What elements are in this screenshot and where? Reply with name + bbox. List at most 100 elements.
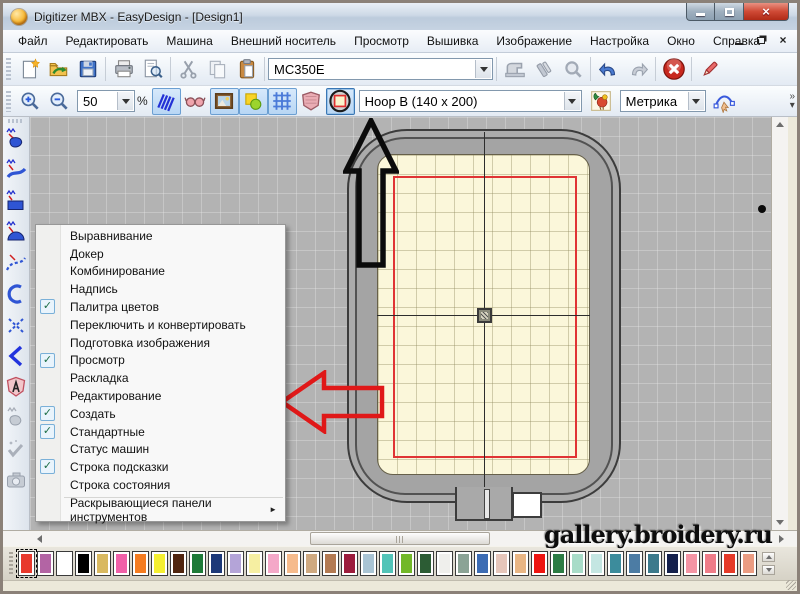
units-combo[interactable]: Метрика [620, 90, 706, 112]
cut-button[interactable] [174, 56, 203, 83]
palette-swatch[interactable] [436, 551, 453, 576]
show-grid-toggle[interactable] [268, 88, 297, 115]
cross-curve-tool[interactable] [4, 312, 29, 338]
palette-swatch[interactable] [417, 551, 434, 576]
palette-swatch[interactable] [189, 551, 206, 576]
context-menu-item[interactable]: ✓ Подготовка изображения [36, 334, 285, 352]
palette-swatch[interactable] [683, 551, 700, 576]
horizontal-scroll-thumb[interactable] [310, 532, 490, 545]
palette-swatch[interactable] [37, 551, 54, 576]
machine-search-button[interactable] [558, 56, 587, 83]
circle-tool[interactable] [4, 281, 29, 307]
show-stitches-toggle[interactable] [152, 88, 181, 115]
show-objects-toggle[interactable] [239, 88, 268, 115]
menu-item[interactable]: Файл [9, 31, 57, 51]
toolbar-grip[interactable] [8, 119, 24, 123]
palette-swatch[interactable] [569, 551, 586, 576]
design-pen-button[interactable] [695, 56, 724, 83]
palette-swatch[interactable] [113, 551, 130, 576]
digitize-area-tool[interactable] [4, 219, 29, 245]
palette-swatch[interactable] [360, 551, 377, 576]
toolbar-overflow-button[interactable]: » ▾ [789, 92, 795, 110]
scroll-up-button[interactable] [773, 117, 788, 132]
open-design-button[interactable] [44, 56, 73, 83]
context-menu-item[interactable]: ✓ Переключить и конвертировать [36, 316, 285, 334]
camera-tool-disabled[interactable] [4, 467, 29, 493]
verify-tool-disabled[interactable] [4, 436, 29, 462]
palette-swatch[interactable] [75, 551, 92, 576]
palette-swatch[interactable] [18, 551, 35, 576]
minimize-button[interactable] [686, 3, 715, 21]
save-design-button[interactable] [73, 56, 102, 83]
context-menu-item[interactable]: ✓ Просмотр [36, 352, 285, 370]
close-button[interactable]: × [743, 3, 789, 21]
palette-swatch[interactable] [740, 551, 757, 576]
palette-swatch[interactable] [56, 551, 73, 576]
write-to-machine-button[interactable] [529, 56, 558, 83]
context-menu-item[interactable]: ✓ Палитра цветов [36, 298, 285, 316]
menu-item[interactable]: Редактировать [57, 31, 158, 51]
palette-swatch[interactable] [588, 551, 605, 576]
digitize-open-shape-tool[interactable] [4, 157, 29, 183]
palette-swatch[interactable] [512, 551, 529, 576]
zoom-in-button[interactable] [15, 88, 44, 115]
zoom-combo-dropdown[interactable] [117, 92, 133, 110]
vertical-scrollbar[interactable] [771, 117, 788, 530]
palette-swatch[interactable] [455, 551, 472, 576]
stitch-edit-tool-disabled[interactable] [4, 405, 29, 431]
mdi-minimize-button[interactable] [731, 33, 747, 47]
machine-combo-dropdown[interactable] [475, 60, 491, 78]
mdi-close-button[interactable]: × [775, 33, 791, 47]
print-button[interactable] [109, 56, 138, 83]
menu-item[interactable]: Внешний носитель [222, 31, 345, 51]
scroll-right-button[interactable] [773, 532, 789, 546]
context-menu-item[interactable]: ✓ Выравнивание [36, 227, 285, 245]
palette-swatch[interactable] [398, 551, 415, 576]
palette-swatch[interactable] [664, 551, 681, 576]
show-hoop-toggle[interactable] [326, 88, 355, 115]
new-design-button[interactable] [15, 56, 44, 83]
menu-item[interactable]: Настройка [581, 31, 658, 51]
resize-grip[interactable] [786, 580, 796, 590]
palette-swatch[interactable] [550, 551, 567, 576]
palette-swatch[interactable] [645, 551, 662, 576]
machine-model-combo[interactable]: MC350E [268, 58, 493, 80]
palette-swatch[interactable] [379, 551, 396, 576]
reshape-button[interactable] [710, 88, 739, 115]
context-menu-item[interactable]: ✓ Редактирование [36, 387, 285, 405]
palette-swatch[interactable] [151, 551, 168, 576]
context-menu-item-flyouts[interactable]: Раскрывающиеся панели инструментов ► [36, 501, 285, 519]
redo-button[interactable] [623, 56, 652, 83]
palette-swatch[interactable] [702, 551, 719, 576]
context-menu-item[interactable]: ✓ Строка подсказки [36, 458, 285, 476]
menu-item[interactable]: Машина [157, 31, 221, 51]
palette-swatch[interactable] [474, 551, 491, 576]
digitize-closed-shape-tool[interactable] [4, 126, 29, 152]
copy-button[interactable] [203, 56, 232, 83]
context-menu-item[interactable]: ✓ Создать [36, 405, 285, 423]
palette-swatch[interactable] [265, 551, 282, 576]
maximize-button[interactable] [715, 3, 743, 21]
print-preview-button[interactable] [138, 56, 167, 83]
palette-swatch[interactable] [607, 551, 624, 576]
change-hoop-button[interactable] [587, 88, 616, 115]
palette-swatch[interactable] [303, 551, 320, 576]
hoop-combo[interactable]: Hoop B (140 x 200) [359, 90, 582, 112]
palette-swatch[interactable] [94, 551, 111, 576]
palette-swatch[interactable] [132, 551, 149, 576]
palette-swatch[interactable] [341, 551, 358, 576]
angle-tool[interactable] [4, 343, 29, 369]
hoop-combo-dropdown[interactable] [564, 92, 580, 110]
scroll-down-button[interactable] [773, 515, 788, 530]
context-menu-item[interactable]: ✓ Раскладка [36, 369, 285, 387]
zoom-out-button[interactable] [44, 88, 73, 115]
true-view-toggle[interactable] [181, 88, 210, 115]
open-curve-tool[interactable] [4, 250, 29, 276]
toolbar-grip[interactable] [6, 58, 11, 80]
mdi-restore-button[interactable] [753, 33, 769, 47]
palette-swatch[interactable] [208, 551, 225, 576]
palette-swatch[interactable] [246, 551, 263, 576]
palette-swatch[interactable] [721, 551, 738, 576]
menu-item[interactable]: Окно [658, 31, 704, 51]
stitch-machine-button[interactable] [500, 56, 529, 83]
